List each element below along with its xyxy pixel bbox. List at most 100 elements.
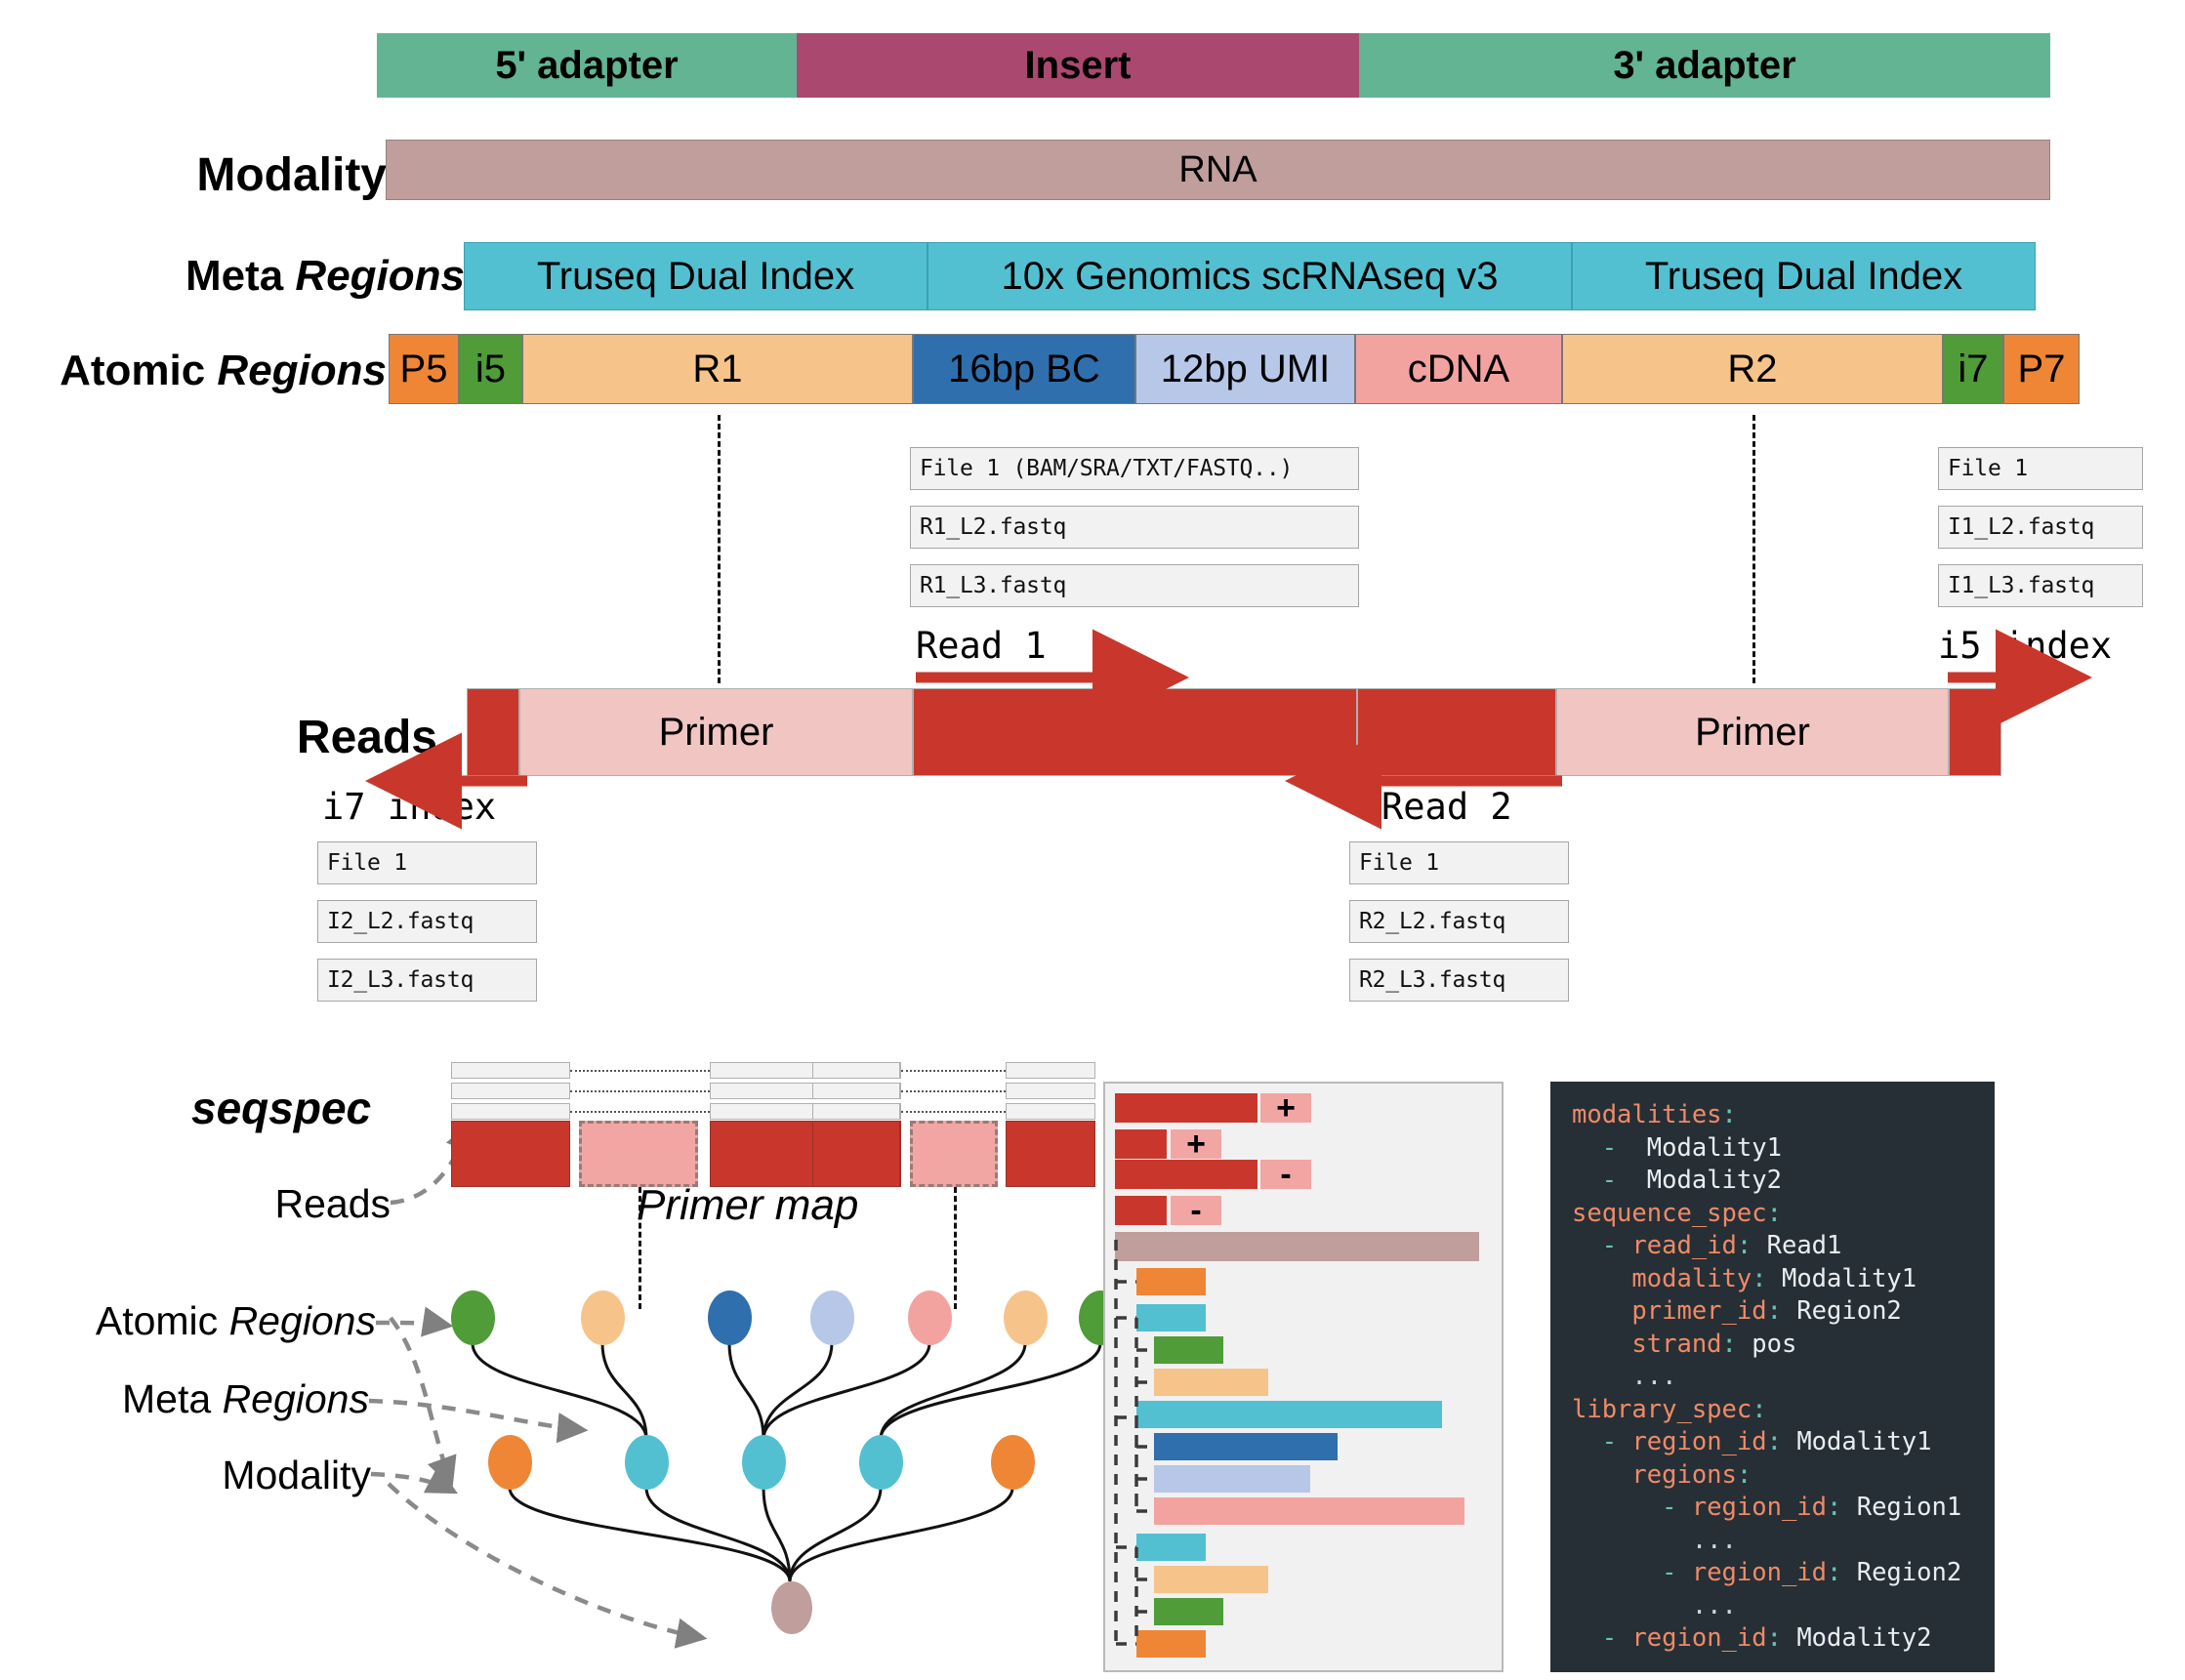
i7-index-file-item[interactable]: I2_L2.fastq bbox=[317, 900, 537, 943]
yaml-ellipsis: ... bbox=[1631, 1656, 1677, 1673]
yaml-key: region_id bbox=[1691, 1558, 1828, 1587]
atomic-regions-bar-segment: R2 bbox=[1562, 334, 1943, 404]
callout-atomic-regions bbox=[375, 1306, 454, 1337]
bottom-label-meta-b: Regions bbox=[222, 1376, 369, 1421]
reads-bar-segment bbox=[1357, 688, 1556, 776]
yaml-dash: - bbox=[1601, 1623, 1632, 1653]
callout-meta-regions bbox=[368, 1398, 589, 1444]
bottom-label-atomic-a: Atomic bbox=[95, 1298, 229, 1343]
read2-file-item[interactable]: File 1 bbox=[1349, 841, 1569, 884]
meta-regions-bar-segment: Truseq Dual Index bbox=[1572, 242, 2036, 310]
yaml-key: sequence_spec bbox=[1572, 1198, 1767, 1228]
seqspec-ghost-link bbox=[570, 1070, 710, 1072]
adapter-header-segment-label: 3' adapter bbox=[1613, 43, 1796, 87]
yaml-colon: : bbox=[1721, 1100, 1737, 1129]
yaml-dash: - bbox=[1662, 1558, 1692, 1587]
yaml-colon: : bbox=[1766, 1296, 1782, 1326]
yaml-value: Modality1 bbox=[1781, 1427, 1932, 1456]
yaml-key: region_id bbox=[1631, 1427, 1767, 1456]
yaml-line: - region_id: Region1 bbox=[1572, 1492, 1973, 1525]
atomic-regions-bar-segment: R1 bbox=[522, 334, 913, 404]
adapter-header-segment: Insert bbox=[797, 33, 1359, 98]
yaml-line: - region_id: Region2 bbox=[1572, 1557, 1973, 1590]
yaml-line: - Modality1 bbox=[1572, 1132, 1973, 1166]
atomic-regions-bar-segment: 16bp BC bbox=[913, 334, 1135, 404]
row-label-atomic-regions: Atomic Regions bbox=[60, 347, 387, 395]
adapter-header-segment: 3' adapter bbox=[1359, 33, 2050, 98]
meta-region-node bbox=[859, 1435, 903, 1490]
i7-index-file-item[interactable]: I2_L3.fastq bbox=[317, 959, 537, 1002]
yaml-line: ... bbox=[1572, 1525, 1973, 1558]
yaml-colon: : bbox=[1721, 1329, 1737, 1359]
reads-bar-segment bbox=[467, 688, 519, 776]
yaml-value: Region2 bbox=[1781, 1296, 1902, 1326]
seqspec-ghost-row bbox=[451, 1103, 570, 1120]
atomic-regions-bar-segment-label: R2 bbox=[1727, 347, 1778, 390]
primer-map-title: Primer map bbox=[637, 1181, 859, 1229]
chart-hierarchy-tree bbox=[1114, 1240, 1154, 1650]
yaml-colon: : bbox=[1766, 1623, 1782, 1653]
adapter-header-segment: 5' adapter bbox=[377, 33, 797, 98]
read1-file-item[interactable]: R1_L3.fastq bbox=[910, 564, 1359, 607]
meta-region-node bbox=[488, 1435, 532, 1490]
i5-index-file-item[interactable]: I1_L3.fastq bbox=[1938, 564, 2143, 607]
meta-region-node bbox=[991, 1435, 1035, 1490]
atomic-regions-bar-segment-label: 16bp BC bbox=[948, 347, 1100, 390]
seqspec-ghost-row bbox=[812, 1083, 900, 1099]
i5-index-file-item[interactable]: File 1 bbox=[1938, 447, 2143, 490]
yaml-line: modality: Modality1 bbox=[1572, 1263, 1973, 1296]
atomic-region-node bbox=[451, 1291, 495, 1345]
atomic-region-node bbox=[581, 1291, 625, 1345]
callout-atomic-to-meta bbox=[389, 1316, 457, 1489]
yaml-ellipsis: ... bbox=[1691, 1525, 1737, 1555]
yaml-line: strand: pos bbox=[1572, 1329, 1973, 1362]
primer-map-connector bbox=[954, 1187, 957, 1309]
meta-regions-bar-segment: Truseq Dual Index bbox=[464, 242, 928, 310]
reads-bar-segment: Primer bbox=[519, 688, 913, 776]
seqspec-ghost-row bbox=[451, 1062, 570, 1079]
atomic-regions-bar-segment-label: P5 bbox=[399, 347, 448, 390]
yaml-key: regions bbox=[1631, 1459, 1737, 1490]
yaml-dash: - bbox=[1601, 1427, 1632, 1456]
i5-index-file-item[interactable]: I1_L2.fastq bbox=[1938, 506, 2143, 549]
atomic-regions-bar-segment-label: i5 bbox=[474, 347, 507, 390]
seqspec-ghost-link bbox=[570, 1090, 710, 1092]
seqspec-title: seqspec bbox=[191, 1083, 372, 1133]
atomic-regions-bar-segment: i7 bbox=[1943, 334, 2003, 404]
seqspec-ghost-link bbox=[901, 1070, 1006, 1072]
seqspec-ghost-link bbox=[901, 1111, 1006, 1113]
row-label-atomic-regions-a: Atomic bbox=[60, 347, 218, 394]
atomic-regions-bar-segment: P5 bbox=[389, 334, 459, 404]
read1-file-item[interactable]: File 1 (BAM/SRA/TXT/FASTQ..) bbox=[910, 447, 1359, 490]
yaml-colon: : bbox=[1766, 1198, 1782, 1228]
seqspec-ghost-row bbox=[1006, 1062, 1095, 1079]
yaml-key: modalities bbox=[1572, 1100, 1722, 1129]
yaml-value: pos bbox=[1736, 1329, 1797, 1359]
atomic-region-node bbox=[1004, 1291, 1048, 1345]
yaml-dash: - bbox=[1662, 1493, 1692, 1522]
yaml-value: Modality1 bbox=[1631, 1132, 1782, 1163]
yaml-line: - region_id: Modality1 bbox=[1572, 1426, 1973, 1459]
row-label-meta-regions: Meta Regions bbox=[186, 252, 465, 301]
read1-file-item[interactable]: R1_L2.fastq bbox=[910, 506, 1359, 549]
read1-title: Read 1 bbox=[916, 625, 1047, 667]
meta-regions-bar-segment-label: 10x Genomics scRNAseq v3 bbox=[1001, 254, 1499, 298]
atomic-regions-bar-segment-label: 12bp UMI bbox=[1160, 347, 1331, 390]
i7-index-file-item[interactable]: File 1 bbox=[317, 841, 537, 884]
seqspec-ghost-link bbox=[570, 1111, 710, 1113]
yaml-colon: : bbox=[1827, 1558, 1842, 1587]
yaml-key: region_id bbox=[1631, 1623, 1767, 1653]
yaml-colon: : bbox=[1766, 1427, 1782, 1456]
yaml-value: Region2 bbox=[1841, 1558, 1962, 1587]
yaml-colon: : bbox=[1827, 1493, 1842, 1522]
read2-file-item[interactable]: R2_L2.fastq bbox=[1349, 900, 1569, 943]
read2-file-item[interactable]: R2_L3.fastq bbox=[1349, 959, 1569, 1002]
seqspec-ghost-link bbox=[901, 1090, 1006, 1092]
row-label-meta-regions-b: Regions bbox=[295, 252, 465, 300]
atomic-regions-bar-segment: cDNA bbox=[1355, 334, 1562, 404]
atomic-regions-bar-segment: i5 bbox=[459, 334, 522, 404]
seqspec-ghost-row bbox=[812, 1103, 900, 1120]
yaml-line: sequence_spec: bbox=[1572, 1198, 1973, 1231]
bottom-label-meta-a: Meta bbox=[122, 1376, 223, 1421]
seqspec-ghost-row bbox=[1006, 1083, 1095, 1099]
